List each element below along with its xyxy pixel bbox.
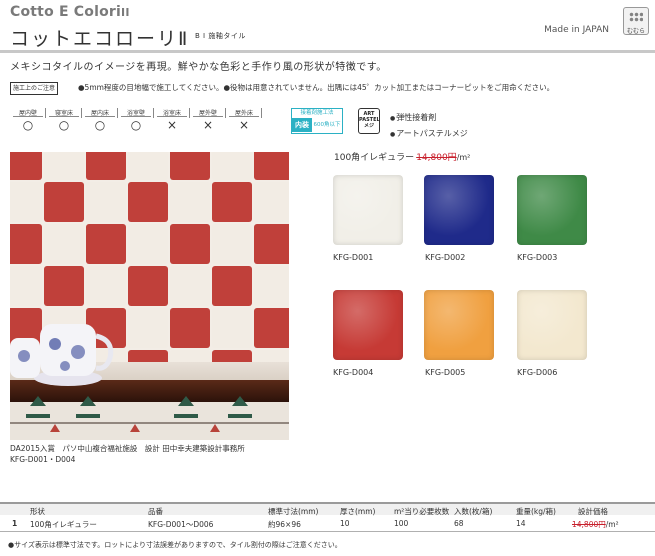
property-item: 弾性接着剤	[390, 113, 436, 122]
method-badge: 接着剤施工法 内装 600角以下	[291, 108, 343, 134]
header-divider	[0, 50, 655, 53]
swatch-kfg-d003	[517, 175, 587, 245]
art-pastel-badge: ART PASTEL メジ	[358, 108, 380, 134]
usage-mark: ×	[166, 118, 178, 132]
swatch-kfg-d004	[333, 290, 403, 360]
usage-item: 浴室壁 ○	[118, 108, 154, 132]
usage-mark: ×	[202, 118, 214, 132]
swatch-code: KFG-D001	[333, 253, 374, 262]
swatch-kfg-d002	[424, 175, 494, 245]
swatch-code: KFG-D004	[333, 368, 374, 377]
usage-item: 寝室床 ○	[46, 108, 82, 132]
swatch-code: KFG-D006	[517, 368, 558, 377]
footnote: ●サイズ表示は標準寸法です。ロットにより寸法誤差がありますので、タイル割付の際は…	[8, 541, 342, 549]
swatch-code: KFG-D003	[517, 253, 558, 262]
usage-item: 屋内床 ○	[82, 108, 118, 132]
usage-mark: ×	[238, 118, 250, 132]
swatch-kfg-d006	[517, 290, 587, 360]
series-title: Cotto E ColoriII	[10, 4, 130, 20]
swatch-code: KFG-D002	[425, 253, 466, 262]
price-unit: /m²	[456, 153, 471, 162]
method-badge-top: 接着剤施工法	[300, 110, 334, 116]
texture-icon	[629, 12, 643, 22]
series-title-text: Cotto E Colori	[10, 4, 122, 20]
caution-text: ●5mm程度の目地幅で施工してください。●役物は用意されていません。出隅には45…	[78, 83, 555, 92]
method-badge-inner: 内装	[292, 118, 312, 132]
usage-item: 屋外床 ×	[226, 108, 262, 132]
table-header: 形状 品番 標準寸法(mm) 厚さ(mm) m²当り必要枚数 入数(枚/箱) 重…	[0, 502, 655, 516]
series-roman: II	[121, 6, 130, 19]
usage-item: 屋内壁 ○	[10, 108, 46, 132]
usage-table: 屋内壁 ○ 寝室床 ○ 屋内床 ○ 浴室壁 ○ 浴室床 × 屋外壁 × 屋外床 ×	[10, 108, 262, 132]
product-name: 100角イレギュラー	[334, 153, 415, 163]
usage-item: 屋外壁 ×	[190, 108, 226, 132]
table-row: 1 100角イレギュラー KFG-D001～D006 約96×96 10 100…	[0, 515, 655, 532]
property-item: アートパステルメジ	[390, 129, 468, 138]
product-subtitle: B I 施釉タイル	[195, 32, 246, 40]
caution-badge: 施工上のご注意	[10, 82, 59, 95]
description: メキシコタイルのイメージを再現。鮮やかな色彩と手作り風の形状が特徴です。	[10, 62, 387, 73]
usage-mark: ○	[58, 118, 70, 132]
usage-mark: ○	[130, 118, 142, 132]
spec-table: 形状 品番 標準寸法(mm) 厚さ(mm) m²当り必要枚数 入数(枚/箱) 重…	[0, 502, 655, 532]
photo-caption: DA2015入賞 パソ中山複合福祉施設 設計 田中幸夫建築設計事務所 KFG-D…	[10, 444, 245, 464]
swatch-kfg-d001	[333, 175, 403, 245]
usage-item: 浴室床 ×	[154, 108, 190, 132]
usage-mark: ○	[22, 118, 34, 132]
installation-photo	[10, 152, 289, 440]
mudamura-badge: むむら	[623, 7, 649, 35]
product-price: 14,800円	[416, 153, 457, 163]
product-header: 100角イレギュラー 14,800円/m²	[334, 150, 470, 163]
mudamura-label: むむら	[626, 28, 645, 35]
usage-mark: ○	[94, 118, 106, 132]
made-in-label: Made in JAPAN	[544, 25, 609, 35]
swatch-kfg-d005	[424, 290, 494, 360]
swatch-code: KFG-D005	[425, 368, 466, 377]
properties-list: 弾性接着剤 アートパステルメジ	[390, 110, 468, 142]
product-title: コットエコローリⅡ	[10, 28, 190, 50]
cups-illustration	[10, 324, 289, 432]
method-badge-sub: 600角以下	[313, 122, 341, 128]
